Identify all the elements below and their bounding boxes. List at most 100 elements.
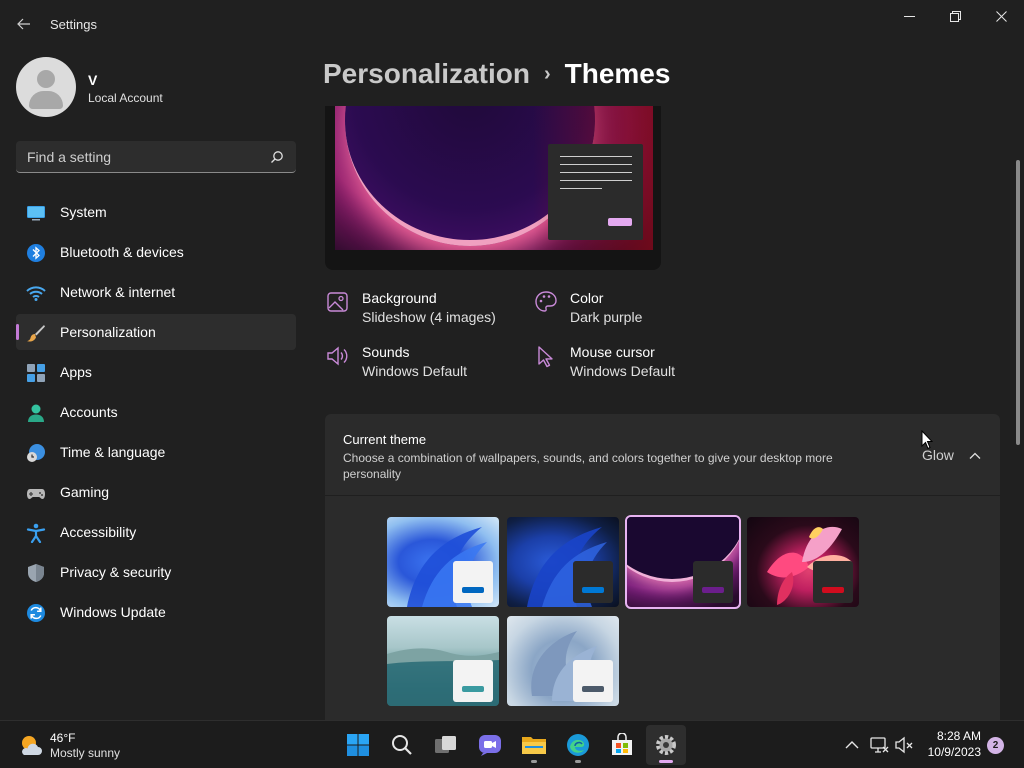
start-icon: [347, 734, 369, 756]
edge-button[interactable]: [558, 725, 598, 765]
background-title: Background: [362, 290, 437, 306]
person-icon: [28, 404, 44, 422]
arrow-left-icon: [17, 18, 30, 30]
apps-icon: [27, 364, 45, 382]
background-setting[interactable]: Background Slideshow (4 images): [326, 290, 526, 330]
notification-badge[interactable]: 2: [987, 737, 1004, 754]
color-setting[interactable]: Color Dark purple: [534, 290, 734, 330]
sidebar-item-accounts[interactable]: Accounts: [16, 394, 296, 430]
refresh-icon: [27, 604, 45, 622]
color-title: Color: [570, 290, 604, 306]
sidebar-item-personalization[interactable]: Personalization: [16, 314, 296, 350]
search-icon: [392, 735, 412, 755]
app-title: Settings: [50, 17, 97, 32]
wifi-icon: [26, 286, 46, 301]
taskbar-search-button[interactable]: [382, 725, 422, 765]
maximize-button[interactable]: [932, 0, 978, 32]
avatar: [16, 57, 76, 117]
weather-condition: Mostly sunny: [50, 746, 121, 760]
store-button[interactable]: [602, 725, 642, 765]
breadcrumb-parent[interactable]: Personalization: [323, 58, 530, 89]
sidebar-item-label: Gaming: [60, 484, 110, 500]
search-input[interactable]: [16, 141, 266, 172]
page-title: Themes: [564, 58, 671, 89]
palette-icon: [535, 291, 557, 312]
theme-tile-glow[interactable]: [625, 515, 741, 609]
weather-widget[interactable]: 46°F Mostly sunny: [18, 729, 158, 761]
store-icon: [612, 733, 632, 755]
sounds-setting[interactable]: Sounds Windows Default: [326, 344, 526, 384]
sounds-title: Sounds: [362, 344, 410, 360]
task-view-icon: [435, 736, 456, 753]
speaker-icon: [327, 346, 348, 366]
sidebar-item-label: Time & language: [60, 444, 166, 460]
mouse-pointer-icon: [921, 430, 933, 450]
task-view-button[interactable]: [426, 725, 466, 765]
chat-button[interactable]: [470, 725, 510, 765]
chevron-up-icon[interactable]: [842, 735, 862, 755]
sidebar-item-label: System: [60, 204, 107, 220]
preview-window: [548, 144, 643, 240]
user-profile[interactable]: V Local Account: [16, 57, 296, 117]
volume-muted-icon[interactable]: [894, 735, 914, 755]
theme-tile-flow[interactable]: [507, 616, 619, 706]
current-theme-card: Current theme Choose a combination of wa…: [325, 414, 1000, 720]
sidebar-item-label: Privacy & security: [60, 564, 172, 580]
close-icon: [995, 10, 1007, 22]
sidebar-item-label: Windows Update: [60, 604, 166, 620]
search-icon[interactable]: [270, 150, 284, 164]
sidebar-item-windows-update[interactable]: Windows Update: [16, 594, 296, 630]
cursor-icon: [538, 346, 553, 368]
image-icon: [327, 292, 348, 312]
sidebar-item-privacy-security[interactable]: Privacy & security: [16, 554, 296, 590]
theme-tile-windows-dark[interactable]: [507, 517, 619, 607]
close-button[interactable]: [978, 0, 1024, 32]
sidebar-item-gaming[interactable]: Gaming: [16, 474, 296, 510]
sidebar-item-label: Personalization: [60, 324, 156, 340]
sidebar-item-bluetooth[interactable]: Bluetooth & devices: [16, 234, 296, 270]
shield-icon: [28, 564, 44, 582]
breadcrumb-separator: ›: [543, 63, 551, 85]
settings-taskbar-button[interactable]: [646, 725, 686, 765]
mouse-cursor-value: Windows Default: [570, 363, 676, 379]
main-scrollbar[interactable]: [1016, 160, 1020, 445]
sidebar-item-time-language[interactable]: Time & language: [16, 434, 296, 470]
monitor-icon: [27, 206, 45, 221]
weather-temperature: 46°F: [50, 731, 76, 745]
theme-tile-captured-motion[interactable]: [747, 517, 859, 607]
sidebar-nav: System Bluetooth & devices Network & int…: [16, 194, 296, 634]
theme-preview: [325, 106, 661, 270]
sidebar-item-network[interactable]: Network & internet: [16, 274, 296, 310]
settings-search: [16, 141, 296, 173]
mouse-cursor-setting[interactable]: Mouse cursor Windows Default: [534, 344, 734, 384]
globe-clock-icon: [27, 444, 45, 462]
sun-cloud-icon: [22, 736, 42, 755]
profile-account-type: Local Account: [88, 91, 163, 105]
file-explorer-icon: [522, 737, 546, 754]
network-icon[interactable]: [869, 735, 889, 755]
clock-time[interactable]: 8:28 AM: [937, 729, 981, 743]
taskbar: 46°F Mostly sunny 8:28 AM 10/9/2023 2: [0, 720, 1024, 768]
current-theme-header[interactable]: Current theme Choose a combination of wa…: [325, 414, 1000, 496]
back-button[interactable]: [12, 12, 36, 36]
profile-name: V: [88, 72, 98, 88]
theme-tile-sunrise[interactable]: [387, 616, 499, 706]
clock-date[interactable]: 10/9/2023: [928, 745, 981, 759]
sidebar-item-apps[interactable]: Apps: [16, 354, 296, 390]
minimize-button[interactable]: [886, 0, 932, 32]
sounds-value: Windows Default: [362, 363, 468, 379]
sidebar-item-label: Network & internet: [60, 284, 176, 300]
bluetooth-icon: [27, 244, 45, 262]
sidebar-item-label: Bluetooth & devices: [60, 244, 184, 260]
theme-tile-windows-light[interactable]: [387, 517, 499, 607]
file-explorer-button[interactable]: [514, 725, 554, 765]
chevron-up-icon[interactable]: [969, 450, 981, 462]
sidebar-item-label: Apps: [60, 364, 92, 380]
accessibility-icon: [26, 523, 46, 543]
mouse-cursor-title: Mouse cursor: [570, 344, 655, 360]
gamepad-icon: [27, 489, 45, 499]
start-button[interactable]: [338, 725, 378, 765]
sidebar-item-accessibility[interactable]: Accessibility: [16, 514, 296, 550]
sidebar-item-system[interactable]: System: [16, 194, 296, 230]
title-bar: Settings: [0, 0, 1024, 48]
